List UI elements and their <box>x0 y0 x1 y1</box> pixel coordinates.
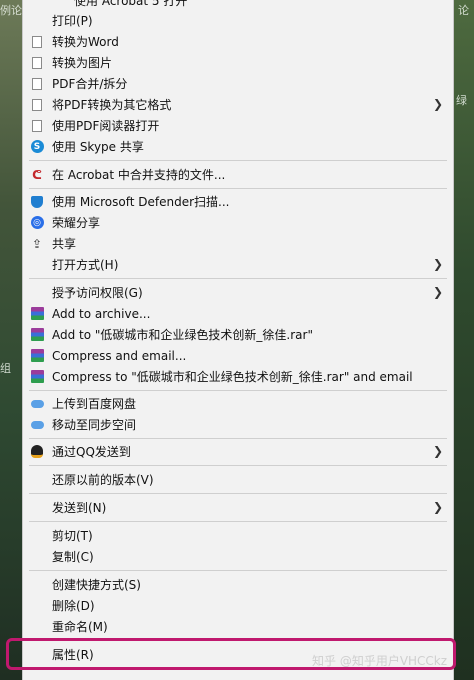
acrobat-icon: ᕦ <box>32 167 42 182</box>
menu-item-open-pdf-reader[interactable]: 使用PDF阅读器打开 <box>23 115 453 136</box>
menu-item-open-with[interactable]: 打开方式(H) ❯ <box>23 254 453 275</box>
menu-item-label: 还原以前的版本(V) <box>52 473 154 487</box>
menu-item-create-shortcut[interactable]: 创建快捷方式(S) <box>23 574 453 595</box>
share-icon: ⇪ <box>31 236 43 251</box>
menu-item-label: 荣耀分享 <box>52 216 101 230</box>
qq-icon <box>30 445 44 459</box>
chevron-right-icon: ❯ <box>432 444 443 458</box>
menu-item-cut[interactable]: 剪切(T) <box>23 525 453 546</box>
menu-separator <box>29 465 447 466</box>
chevron-right-icon: ❯ <box>432 97 443 111</box>
menu-item-label: 打开方式(H) <box>52 258 119 272</box>
menu-item-send-to[interactable]: 发送到(N) ❯ <box>23 497 453 518</box>
menu-item-delete[interactable]: 删除(D) <box>23 595 453 616</box>
desktop-text: 例论 <box>0 4 22 17</box>
menu-item-label: 转换为Word <box>52 35 119 49</box>
menu-separator <box>29 521 447 522</box>
menu-item-upload-baidu[interactable]: 上传到百度网盘 <box>23 393 453 414</box>
skype-icon: S <box>30 140 44 154</box>
menu-item-honor-share[interactable]: ◎ 荣耀分享 <box>23 212 453 233</box>
menu-item-label: 复制(C) <box>52 550 94 564</box>
baidu-cloud-icon <box>30 397 44 411</box>
menu-separator <box>29 493 447 494</box>
menu-item-skype-share[interactable]: S 使用 Skype 共享 <box>23 136 453 157</box>
menu-item-grant-access[interactable]: 授予访问权限(G) ❯ <box>23 282 453 303</box>
menu-item-share[interactable]: ⇪ 共享 <box>23 233 453 254</box>
menu-item-add-archive[interactable]: Add to archive... <box>23 303 453 324</box>
menu-separator <box>29 160 447 161</box>
menu-item-label: 发送到(N) <box>52 501 107 515</box>
chevron-right-icon: ❯ <box>432 500 443 514</box>
menu-item-label: 使用 Microsoft Defender扫描... <box>52 195 230 209</box>
document-icon <box>30 77 44 91</box>
desktop-text: 绿 <box>456 94 467 107</box>
menu-item-pdf-convert-other[interactable]: 将PDF转换为其它格式 ❯ <box>23 94 453 115</box>
menu-item-label: Compress and email... <box>52 348 187 363</box>
document-icon <box>30 35 44 49</box>
menu-item-rename[interactable]: 重命名(M) <box>23 616 453 637</box>
menu-item-move-sync[interactable]: 移动至同步空间 <box>23 414 453 435</box>
menu-item-label: 创建快捷方式(S) <box>52 578 141 592</box>
menu-separator <box>29 188 447 189</box>
menu-item-print[interactable]: 打印(P) <box>23 10 453 31</box>
desktop-background-left <box>0 0 22 680</box>
winrar-icon <box>30 370 44 384</box>
menu-item-label: 使用PDF阅读器打开 <box>52 119 160 133</box>
menu-item-qq-send[interactable]: 通过QQ发送到 ❯ <box>23 441 453 462</box>
menu-item-convert-word[interactable]: 转换为Word <box>23 31 453 52</box>
menu-separator <box>29 570 447 571</box>
watermark: 知乎 @知乎用户VHCCkz <box>312 654 448 668</box>
document-icon <box>30 98 44 112</box>
menu-item-label: 剪切(T) <box>52 529 93 543</box>
menu-item-acrobat-merge[interactable]: ᕦ 在 Acrobat 中合并支持的文件... <box>23 164 453 185</box>
context-menu: 使用 Acrobat 5 打开 打印(P) 转换为Word 转换为图片 PDF合… <box>22 0 454 680</box>
winrar-icon <box>30 349 44 363</box>
menu-item-label: 重命名(M) <box>52 620 108 634</box>
menu-item-label: 授予访问权限(G) <box>52 286 143 300</box>
menu-item-label: PDF合并/拆分 <box>52 77 128 91</box>
menu-item-label: 删除(D) <box>52 599 95 613</box>
menu-item-label: 使用 Skype 共享 <box>52 140 144 154</box>
menu-item-label: 移动至同步空间 <box>52 418 137 432</box>
menu-item-defender-scan[interactable]: 使用 Microsoft Defender扫描... <box>23 191 453 212</box>
menu-item-convert-image[interactable]: 转换为图片 <box>23 52 453 73</box>
menu-item-restore-versions[interactable]: 还原以前的版本(V) <box>23 469 453 490</box>
menu-item-label: Add to archive... <box>52 306 151 321</box>
menu-item-label: Compress to "低碳城市和企业绿色技术创新_徐佳.rar" and e… <box>52 370 413 384</box>
menu-item-open-acrobat[interactable]: 使用 Acrobat 5 打开 <box>74 0 187 9</box>
menu-item-compress-rar-email[interactable]: Compress to "低碳城市和企业绿色技术创新_徐佳.rar" and e… <box>23 366 453 387</box>
document-icon <box>30 56 44 70</box>
menu-item-label: 上传到百度网盘 <box>52 397 137 411</box>
winrar-icon <box>30 328 44 342</box>
menu-item-label: 在 Acrobat 中合并支持的文件... <box>52 168 226 182</box>
menu-item-copy[interactable]: 复制(C) <box>23 546 453 567</box>
menu-item-label: 转换为图片 <box>52 56 113 70</box>
menu-item-label: 共享 <box>52 237 77 251</box>
baidu-cloud-icon <box>30 418 44 432</box>
menu-item-pdf-merge-split[interactable]: PDF合并/拆分 <box>23 73 453 94</box>
menu-item-label: 将PDF转换为其它格式 <box>52 98 172 112</box>
document-icon <box>30 119 44 133</box>
menu-item-label: Add to "低碳城市和企业绿色技术创新_徐佳.rar" <box>52 328 313 342</box>
menu-separator <box>29 438 447 439</box>
chevron-right-icon: ❯ <box>432 285 443 299</box>
honor-share-icon: ◎ <box>30 216 44 230</box>
desktop-text: 组 <box>0 362 11 375</box>
menu-separator <box>29 390 447 391</box>
menu-item-compress-email[interactable]: Compress and email... <box>23 345 453 366</box>
winrar-icon <box>30 307 44 321</box>
menu-separator <box>29 278 447 279</box>
desktop-text: 论 <box>458 4 469 17</box>
menu-item-label: 打印(P) <box>52 14 93 28</box>
chevron-right-icon: ❯ <box>432 257 443 271</box>
menu-item-add-to-rar[interactable]: Add to "低碳城市和企业绿色技术创新_徐佳.rar" <box>23 324 453 345</box>
menu-item-label: 通过QQ发送到 <box>52 445 131 459</box>
defender-icon <box>30 195 44 209</box>
